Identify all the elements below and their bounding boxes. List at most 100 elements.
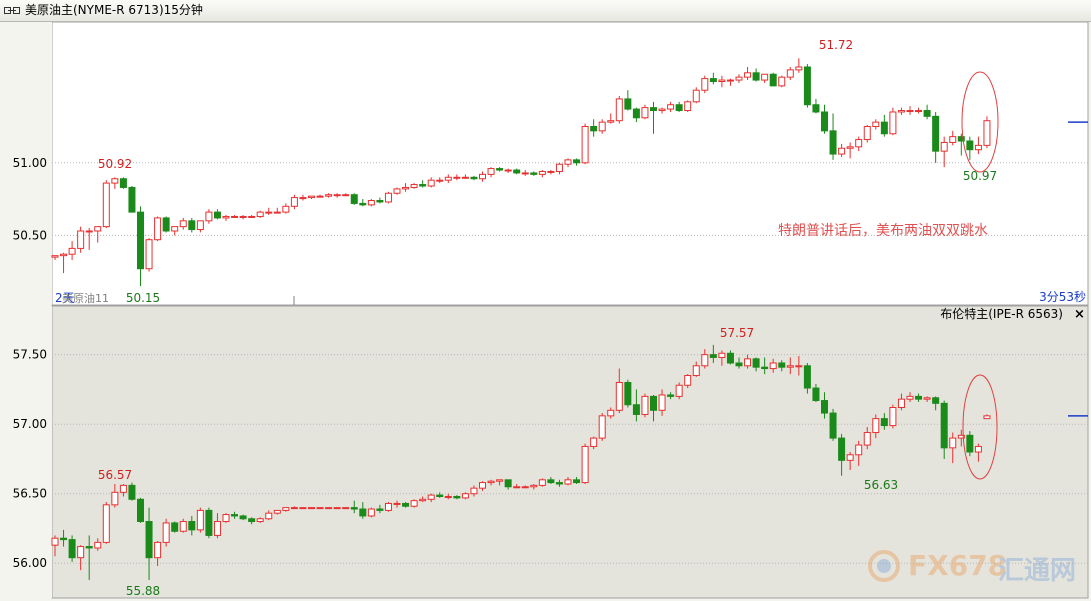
label-high-left: 50.92 (98, 157, 132, 171)
candle-body (521, 486, 529, 489)
candle-body (470, 487, 478, 495)
candle-body (675, 384, 683, 397)
candle-body (692, 365, 700, 377)
candle-body (940, 141, 948, 152)
bottom-panel-title: 布伦特主(IPE-R 6563) (940, 306, 1063, 321)
candle-body (795, 365, 803, 368)
candle-body (265, 512, 273, 520)
candle-body (726, 352, 734, 364)
candle-body (231, 514, 239, 517)
title-bar: 美原油主(NYME-R 6713)15分钟 (0, 0, 1091, 22)
candle-body (863, 432, 871, 446)
candle-body (530, 484, 538, 488)
candle-body (684, 101, 692, 112)
candle-body (94, 541, 102, 549)
candle-body (188, 220, 196, 231)
candle-body (496, 479, 504, 482)
annotation-text: 特朗普讲话后，美布两油双双跳水 (778, 223, 988, 239)
candle-body (983, 415, 991, 420)
chart-link-icon[interactable] (4, 6, 20, 15)
candle-body (821, 400, 828, 414)
candle-body (829, 130, 837, 155)
candle-body (299, 197, 307, 200)
candle-body (222, 215, 230, 219)
candle-body (290, 507, 298, 510)
candle-body (872, 121, 880, 127)
candle-body (256, 518, 264, 523)
candle-body (538, 479, 546, 486)
candle-body (128, 186, 136, 213)
candle-body (521, 172, 529, 175)
candle-body (598, 121, 606, 132)
candle-body (769, 362, 777, 370)
candle-body (205, 509, 213, 536)
candle-body (949, 437, 957, 449)
candle-body (863, 125, 871, 141)
candle-body (308, 195, 315, 199)
candle-body (709, 78, 717, 83)
candle-body (821, 111, 828, 132)
candle-body (282, 507, 290, 511)
candle-body (880, 418, 888, 427)
candle-body (778, 76, 786, 87)
candle-body (196, 509, 204, 531)
candle-body (128, 484, 136, 500)
candle-body (598, 415, 606, 439)
candle-body (650, 107, 657, 112)
candle-body (376, 508, 384, 511)
candle-body (940, 402, 948, 449)
candle-body (393, 502, 401, 505)
candle-body (461, 176, 469, 179)
candle-body (119, 484, 127, 493)
label-low-left: 50.15 (126, 291, 160, 305)
candle-body (119, 178, 127, 188)
candle-body (137, 211, 144, 270)
candle-body (248, 215, 256, 218)
candle-body (282, 205, 290, 213)
candle-body (513, 486, 521, 489)
candle-body (402, 502, 410, 507)
label-high: 51.72 (819, 38, 853, 52)
y-tick-label: 56.00 (13, 556, 47, 570)
candle-body (419, 498, 427, 502)
close-icon[interactable]: × (1074, 307, 1085, 322)
candle-body (915, 110, 923, 113)
fx678-logo-icon (868, 550, 900, 582)
chart-area[interactable]: 51.00 50.50 57.50 57.00 56.50 56.00 50.92 50.15… (0, 22, 1091, 601)
candle-body (154, 541, 162, 559)
candle-body (402, 186, 410, 190)
candle-body (410, 500, 418, 507)
candle-body (265, 211, 273, 214)
candle-body (983, 120, 991, 146)
countdown-label: 3分53秒 (1039, 290, 1086, 304)
candle-body (607, 409, 615, 417)
candle-body (239, 215, 247, 218)
candle-body (111, 178, 119, 184)
candle-body (923, 397, 931, 400)
candle-body (573, 479, 581, 484)
candle-body (974, 445, 982, 453)
candle-body (632, 404, 640, 415)
candle-body (812, 104, 820, 113)
candle-body (641, 395, 649, 415)
candle-body (795, 66, 803, 71)
candle-body (427, 179, 435, 187)
candle-body (675, 104, 683, 112)
candle-body (427, 494, 435, 500)
candle-body (137, 498, 144, 523)
label-low-right-brent: 56.63 (864, 478, 898, 492)
candle-body (102, 504, 110, 543)
candle-body (949, 136, 957, 143)
candle-body (667, 104, 675, 110)
candle-body (692, 89, 700, 103)
candle-body (752, 72, 760, 81)
candle-body (564, 159, 572, 165)
panel-top[interactable]: 51.00 50.50 (0, 22, 1089, 306)
candle-body (325, 194, 333, 197)
candle-body (889, 111, 897, 135)
candle-body (897, 398, 905, 409)
candle-body (273, 211, 281, 214)
candle-body (684, 375, 692, 386)
candle-body (248, 518, 256, 523)
candle-body (231, 215, 239, 218)
